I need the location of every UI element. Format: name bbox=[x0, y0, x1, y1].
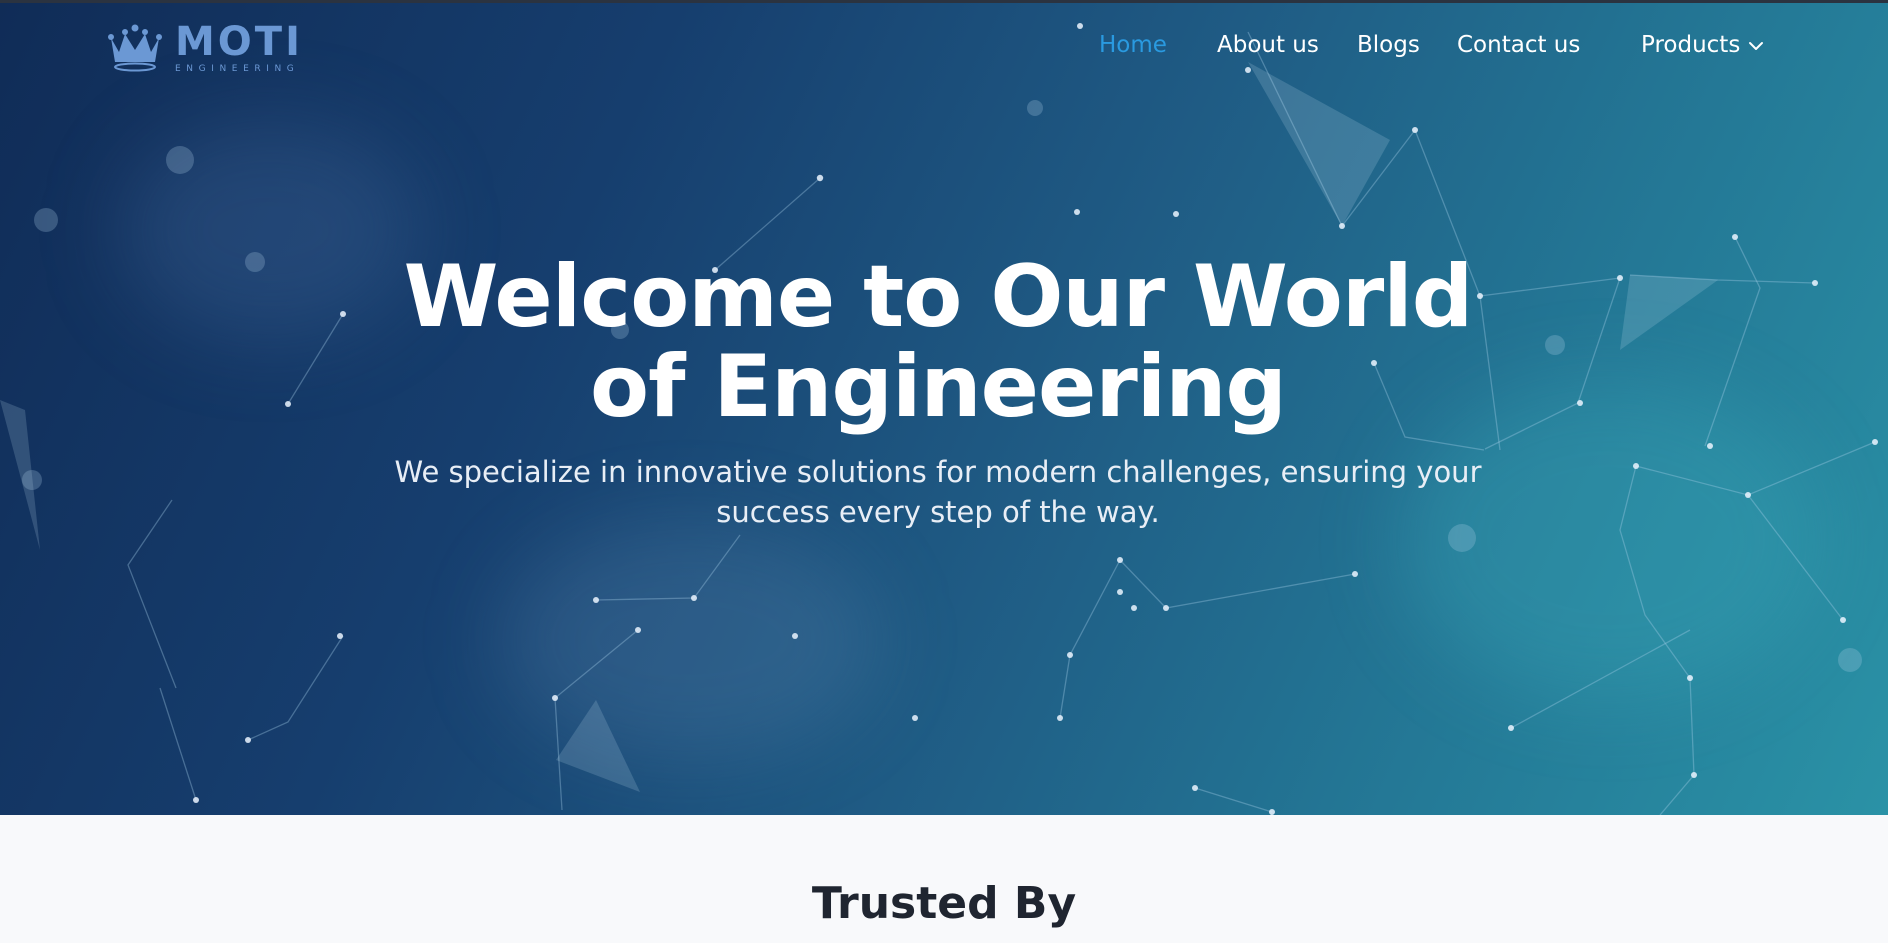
main-navigation: Home About us Blogs Contact us Products bbox=[0, 28, 1888, 62]
hero-title-line-1: Welcome to Our World bbox=[403, 247, 1474, 347]
nav-item-blogs[interactable]: Blogs bbox=[1357, 28, 1420, 62]
hero-subtitle: We specialize in innovative solutions fo… bbox=[360, 452, 1516, 532]
hero-title: Welcome to Our World of Engineering bbox=[344, 252, 1532, 432]
nav-item-products[interactable]: Products bbox=[1641, 28, 1764, 62]
chevron-down-icon bbox=[1749, 41, 1764, 50]
hero-subtitle-line-1: We specialize in innovative solutions fo… bbox=[394, 455, 1482, 489]
trusted-by-heading: Trusted By bbox=[811, 878, 1077, 929]
nav-item-about-us[interactable]: About us bbox=[1217, 28, 1319, 62]
hero-subtitle-line-2: success every step of the way. bbox=[716, 495, 1160, 529]
site-header: MOTI ENGINEERING Home About us Blogs Con… bbox=[0, 0, 1888, 90]
hero-title-line-2: of Engineering bbox=[589, 337, 1287, 437]
nav-item-home[interactable]: Home bbox=[1099, 28, 1167, 62]
nav-item-contact-us[interactable]: Contact us bbox=[1457, 28, 1580, 62]
brand-tagline: ENGINEERING bbox=[175, 64, 300, 74]
nav-item-products-label: Products bbox=[1641, 32, 1741, 58]
window-top-border bbox=[0, 0, 1888, 3]
